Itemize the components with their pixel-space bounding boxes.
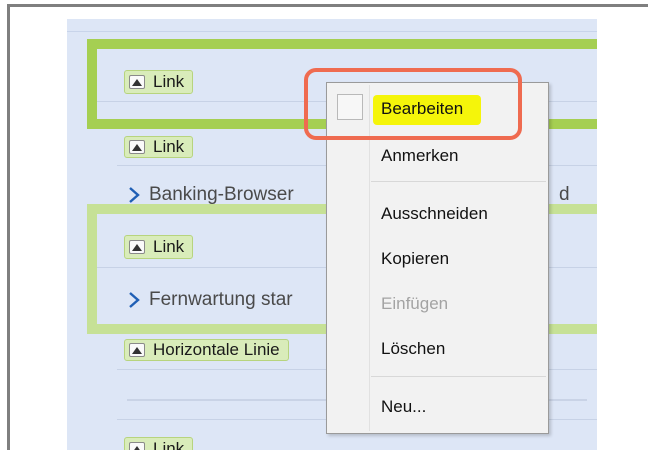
- menu-separator: [371, 376, 546, 377]
- menu-checkbox-icon: [337, 94, 363, 120]
- tag-label: Link: [153, 237, 185, 256]
- tag-label: Link: [153, 439, 185, 450]
- link-entry[interactable]: Fernwartung star: [127, 289, 293, 311]
- link-block-tag[interactable]: Link: [124, 136, 194, 158]
- collapse-icon[interactable]: [129, 140, 145, 154]
- link-entry[interactable]: Banking-Browser: [127, 184, 294, 206]
- collapse-icon[interactable]: [129, 343, 145, 357]
- menu-item-bearbeiten[interactable]: Bearbeiten: [381, 99, 463, 119]
- menu-item-neu[interactable]: Neu...: [381, 397, 426, 417]
- tag-label: Horizontale Linie: [153, 340, 280, 359]
- menu-item-anmerken[interactable]: Anmerken: [381, 146, 458, 166]
- menu-item-loeschen[interactable]: Löschen: [381, 339, 445, 359]
- tag-label: Link: [153, 137, 185, 156]
- menu-item-kopieren[interactable]: Kopieren: [381, 249, 449, 269]
- link-block-tag[interactable]: Link: [124, 235, 194, 259]
- link-block-tag[interactable]: Link: [124, 70, 194, 94]
- tag-label: Link: [153, 72, 185, 91]
- link-text: Fernwartung star: [149, 289, 293, 310]
- menu-item-einfuegen: Einfügen: [381, 294, 449, 313]
- chevron-right-icon: [129, 292, 140, 308]
- collapse-icon[interactable]: [129, 240, 145, 254]
- menu-item-ausschneiden[interactable]: Ausschneiden: [381, 204, 488, 224]
- collapse-icon[interactable]: [129, 442, 145, 450]
- horizontal-line-block-tag[interactable]: Horizontale Linie: [124, 339, 289, 361]
- chevron-right-icon: [129, 187, 140, 203]
- collapse-icon[interactable]: [129, 75, 145, 89]
- link-text: Banking-Browser: [149, 184, 294, 205]
- menu-separator: [371, 181, 546, 182]
- link-block-tag[interactable]: Link: [124, 437, 194, 450]
- top-block-edge: [67, 19, 597, 32]
- context-menu: Bearbeiten Anmerken Ausschneiden Kopiere…: [326, 82, 549, 434]
- menu-icon-gutter: [369, 85, 370, 431]
- link-text-suffix: d: [559, 184, 570, 205]
